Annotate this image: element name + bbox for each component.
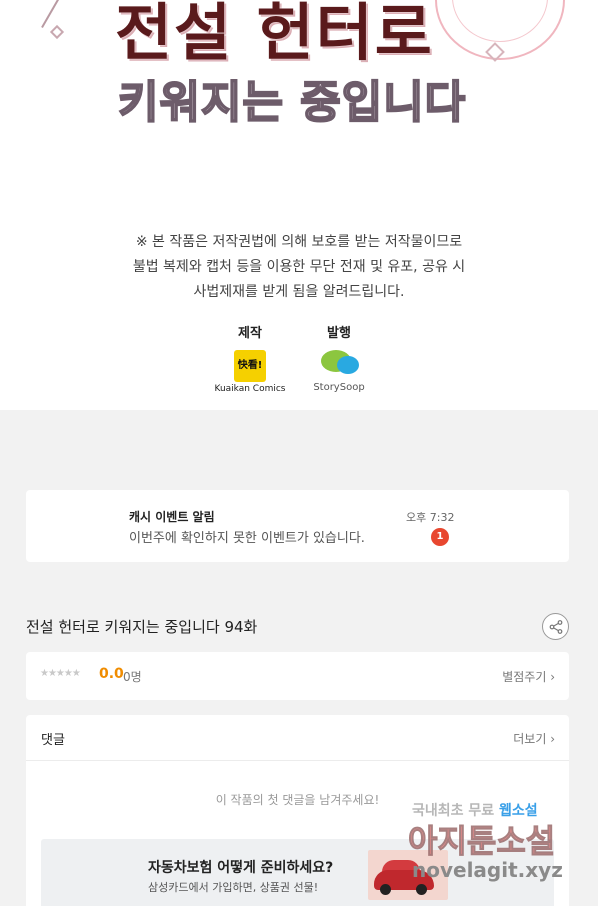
publisher-name: StorySoop <box>313 382 365 393</box>
publisher-credit: 발행 StorySoop <box>304 322 374 393</box>
ad-subtitle: 삼성카드에서 가입하면, 상품권 선물! <box>148 881 319 894</box>
copyright-notice: ※ 본 작품은 저작권법에 의해 보호를 받는 저작물이므로 불법 복제와 캡처… <box>0 230 598 305</box>
star-rating-icon: ★★★★★ <box>40 668 81 679</box>
notification-time: 오후 7:32 <box>406 511 455 524</box>
comments-more-link[interactable]: 더보기 › <box>513 730 555 747</box>
production-credit: 제작 快看! Kuaikan Comics <box>210 322 290 394</box>
comic-title-line2: 키워지는 중입니다 <box>117 76 467 129</box>
credits: 제작 快看! Kuaikan Comics 발행 StorySoop <box>0 322 598 402</box>
divider <box>26 760 569 761</box>
share-button[interactable] <box>542 613 569 640</box>
comments-header: 댓글 <box>41 733 65 748</box>
notice-line: ※ 본 작품은 저작권법에 의해 보호를 받는 저작물이므로 <box>135 234 463 250</box>
production-label: 제작 <box>238 326 262 341</box>
notice-line: 사법제재를 받게 됨을 알려드립니다. <box>193 284 405 300</box>
rating-bar: ★★★★★ 0.0 0명 별점주기 › <box>26 652 569 700</box>
rating-score: 0.0 <box>99 666 124 682</box>
comic-panel: 전설 헌터로 키워지는 중입니다 ※ 본 작품은 저작권법에 의해 보호를 받는… <box>0 0 598 410</box>
storysoop-logo-icon <box>317 350 361 380</box>
kuaikan-logo-icon: 快看! <box>234 350 266 382</box>
notice-line: 불법 복제와 캡처 등을 이용한 무단 전재 및 유포, 공유 시 <box>132 259 466 275</box>
car-image <box>368 850 448 900</box>
comic-title-line1: 전설 헌터로 <box>115 0 434 69</box>
cash-event-notification[interactable]: 캐시 이벤트 알림 이번주에 확인하지 못한 이벤트가 있습니다. 오후 7:3… <box>26 490 569 562</box>
notification-text: 이번주에 확인하지 못한 이벤트가 있습니다. <box>129 531 365 546</box>
share-icon <box>549 620 563 634</box>
production-name: Kuaikan Comics <box>214 384 286 394</box>
ad-banner[interactable]: 자동차보험 어떻게 준비하세요? 삼성카드에서 가입하면, 상품권 선물! <box>41 839 554 906</box>
episode-title: 전설 헌터로 키워지는 중입니다 94화 <box>26 618 258 636</box>
rater-count: 0명 <box>123 670 142 684</box>
ad-title: 자동차보험 어떻게 준비하세요? <box>148 860 334 876</box>
notification-count-badge: 1 <box>431 528 449 546</box>
comments-empty-message: 이 작품의 첫 댓글을 남겨주세요! <box>215 793 380 807</box>
notification-title: 캐시 이벤트 알림 <box>129 510 215 524</box>
publisher-label: 발행 <box>327 326 351 341</box>
rate-button[interactable]: 별점주기 › <box>502 668 555 685</box>
